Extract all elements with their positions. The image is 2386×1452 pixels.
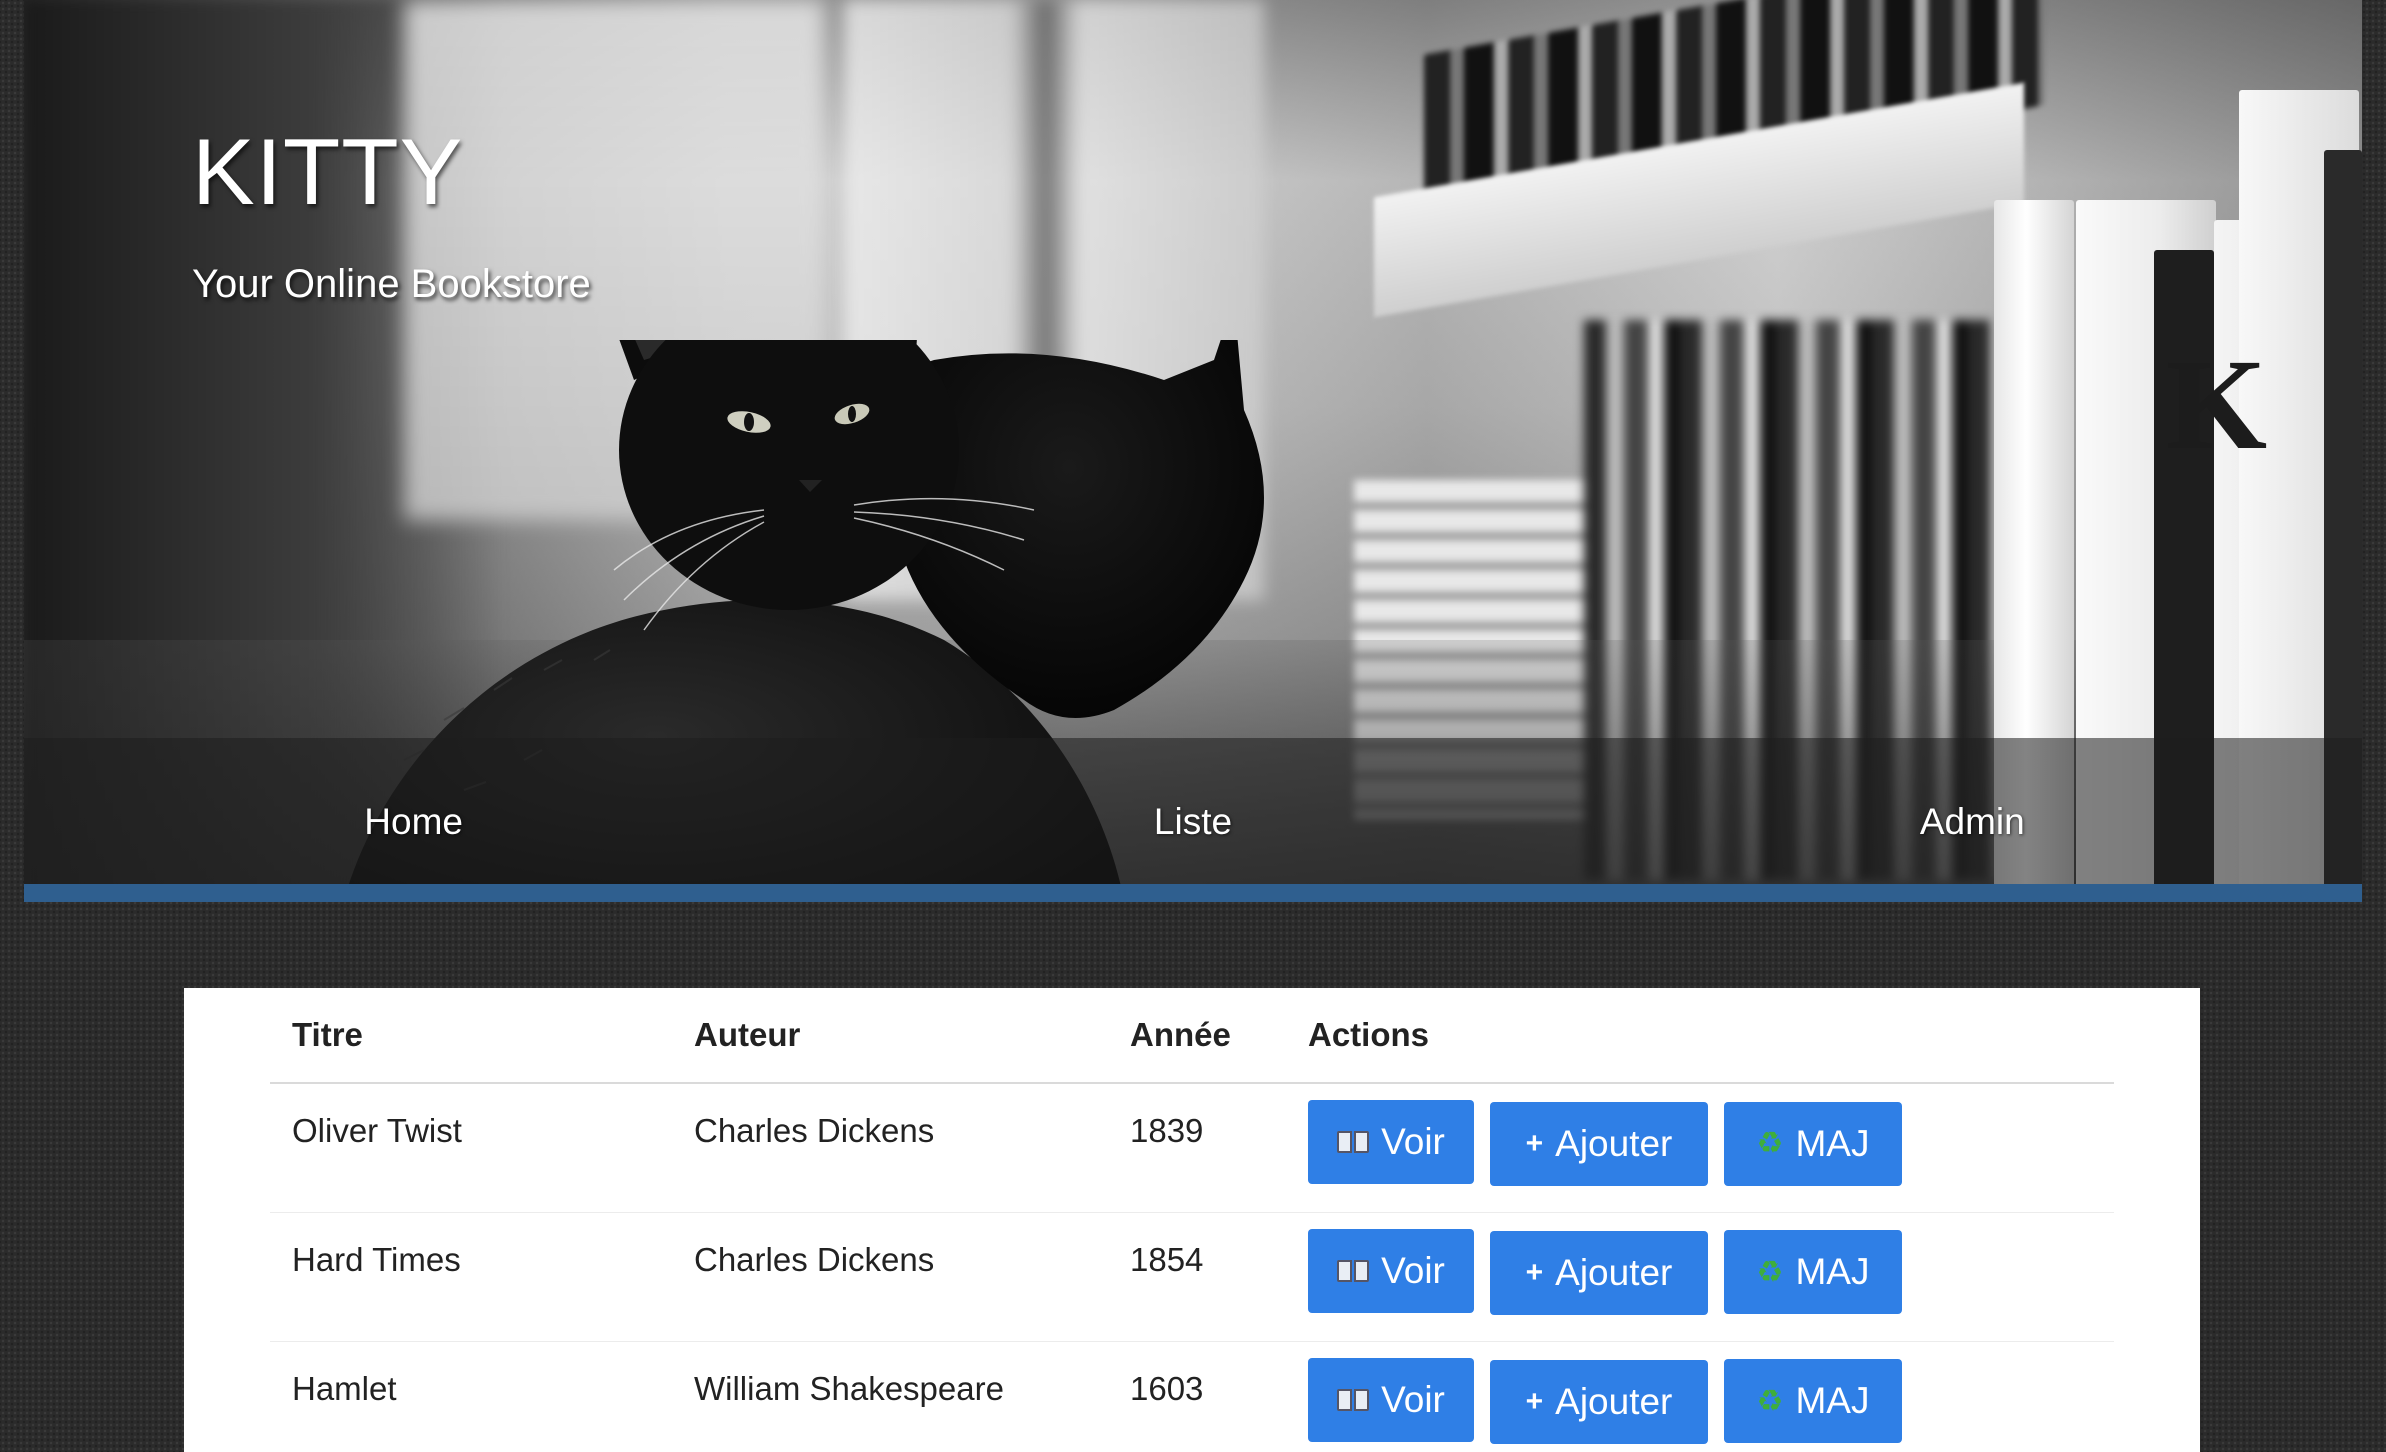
plus-icon: + [1525, 1255, 1544, 1289]
view-button-label: Voir [1381, 1378, 1445, 1420]
table-row: Oliver Twist Charles Dickens 1839 Voir + A… [270, 1083, 2114, 1213]
header-title: Titre [270, 988, 672, 1084]
table-header-row: Titre Auteur Année Actions [270, 988, 2114, 1084]
view-button-label: Voir [1381, 1249, 1445, 1291]
plus-icon: + [1525, 1127, 1544, 1160]
add-button[interactable]: + Ajouter [1490, 1230, 1708, 1315]
main-nav: Home Liste Admin [24, 738, 2362, 884]
book-author: Charles Dickens [672, 1212, 1108, 1342]
book-actions: Voir + Ajouter ♻ MAJ [1286, 1341, 2114, 1452]
book-year: 1603 [1108, 1341, 1286, 1452]
view-button[interactable]: Voir [1308, 1100, 1474, 1184]
nav-home[interactable]: Home [28, 779, 800, 843]
site-title: KITTY [192, 119, 464, 224]
plus-icon: + [1525, 1384, 1544, 1418]
add-button-label: Ajouter [1555, 1251, 1673, 1293]
update-button-label: MAJ [1795, 1251, 1870, 1292]
book-year: 1839 [1108, 1083, 1286, 1213]
view-button[interactable]: Voir [1308, 1357, 1474, 1442]
add-button-label: Ajouter [1555, 1380, 1673, 1422]
books-card: Titre Auteur Année Actions Oliver Twist … [184, 988, 2200, 1452]
table-row: Hard Times Charles Dickens 1854 Voir + Ajo… [270, 1212, 2114, 1342]
update-button[interactable]: ♻ MAJ [1724, 1230, 1902, 1314]
open-book-icon [1337, 1259, 1370, 1282]
book-author: Charles Dickens [672, 1083, 1108, 1213]
book-actions: Voir + Ajouter ♻ MAJ [1286, 1212, 2114, 1342]
open-book-icon [1337, 1131, 1370, 1153]
nav-liste[interactable]: Liste [807, 779, 1579, 843]
update-button-label: MAJ [1795, 1380, 1870, 1421]
recycle-icon: ♻ [1756, 1255, 1784, 1289]
book-title: Hard Times [270, 1212, 672, 1342]
recycle-icon: ♻ [1756, 1127, 1784, 1160]
book-year: 1854 [1108, 1212, 1286, 1342]
book-title: Hamlet [270, 1341, 672, 1452]
update-button-label: MAJ [1795, 1122, 1870, 1164]
view-button-label: Voir [1381, 1121, 1445, 1162]
book-actions: Voir + Ajouter ♻ MAJ [1286, 1083, 2114, 1213]
site-header: K KITTY Your Online Bookstore Home Liste… [24, 0, 2362, 902]
add-button[interactable]: + Ajouter [1490, 1102, 1708, 1186]
add-button[interactable]: + Ajouter [1490, 1359, 1708, 1444]
header-year: Année [1108, 988, 1286, 1084]
add-button-label: Ajouter [1555, 1123, 1673, 1164]
open-book-icon [1337, 1388, 1370, 1411]
nav-accent-bar [24, 884, 2362, 902]
site-tagline: Your Online Bookstore [192, 262, 591, 306]
book-author: William Shakespeare [672, 1341, 1108, 1452]
book-title: Oliver Twist [270, 1083, 672, 1213]
header-author: Auteur [672, 988, 1108, 1084]
update-button[interactable]: ♻ MAJ [1724, 1359, 1902, 1443]
nav-admin[interactable]: Admin [1587, 779, 2359, 843]
header-actions: Actions [1286, 988, 2114, 1084]
book-spine-letter: K [2166, 333, 2268, 477]
view-button[interactable]: Voir [1308, 1228, 1474, 1313]
table-row: Hamlet William Shakespeare 1603 Voir + Ajo… [270, 1341, 2114, 1452]
recycle-icon: ♻ [1756, 1384, 1784, 1418]
update-button[interactable]: ♻ MAJ [1724, 1101, 1902, 1186]
books-table: Titre Auteur Année Actions Oliver Twist … [270, 988, 2114, 1452]
